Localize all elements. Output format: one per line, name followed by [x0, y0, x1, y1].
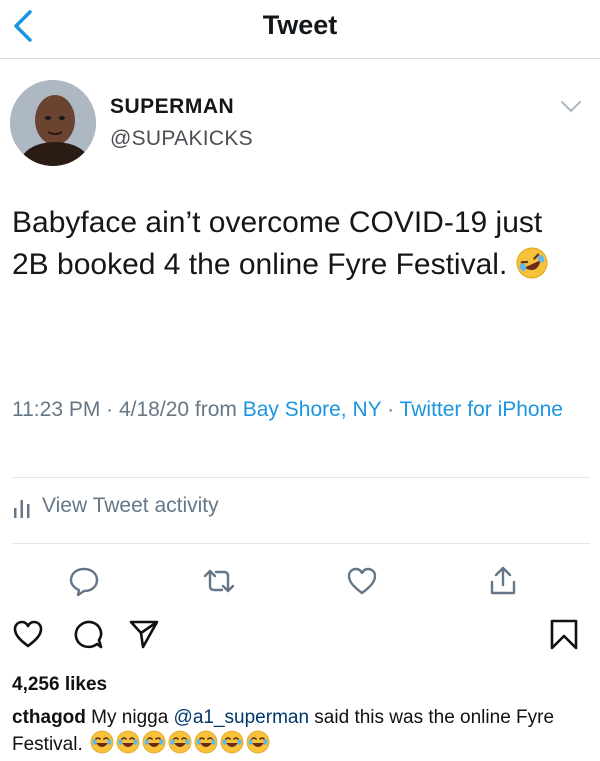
divider — [12, 543, 590, 544]
tweet-time: 11:23 PM · 4/18/20 from — [12, 398, 243, 421]
tears-of-joy-emoji-icon — [168, 730, 192, 761]
meta-separator: · — [381, 398, 400, 421]
tears-of-joy-emoji-icon — [194, 730, 218, 761]
tears-of-joy-emoji-icon — [116, 730, 140, 761]
caption: cthagod My nigga @a1_superman said this … — [12, 706, 590, 761]
avatar-face-icon — [10, 80, 96, 166]
like-heart-icon[interactable] — [346, 565, 378, 597]
tears-of-joy-emoji-icon — [142, 730, 166, 761]
instagram-comment-icon[interactable] — [72, 618, 104, 650]
tweet-text: Babyface ain’t overcome COVID-19 just 2B… — [12, 202, 587, 292]
avatar[interactable] — [10, 80, 96, 166]
comment-text-before: My nigga — [85, 707, 174, 728]
comment-mention[interactable]: @a1_superman — [174, 707, 309, 728]
view-activity-button[interactable]: View Tweet activity — [12, 494, 219, 518]
rolling-laughing-emoji-icon — [515, 246, 549, 292]
share-icon[interactable] — [487, 565, 519, 597]
tears-of-joy-emoji-icon — [90, 730, 114, 761]
tweet-body: Babyface ain’t overcome COVID-19 just 2B… — [12, 206, 543, 281]
author-handle[interactable]: @SUPAKICKS — [110, 127, 253, 151]
page-title: Tweet — [262, 10, 338, 40]
author-name[interactable]: SUPERMAN — [110, 95, 234, 119]
source-link[interactable]: Twitter for iPhone — [400, 398, 563, 421]
tears-of-joy-emoji-icon — [246, 730, 270, 761]
bar-chart-icon — [14, 500, 30, 518]
laughing-emoji-group — [88, 730, 270, 755]
tweet-meta: 11:23 PM · 4/18/20 from Bay Shore, NY · … — [12, 393, 572, 426]
retweet-icon[interactable] — [203, 565, 235, 597]
tears-of-joy-emoji-icon — [220, 730, 244, 761]
chevron-down-icon[interactable] — [560, 100, 582, 114]
likes-count[interactable]: 4,256 likes — [12, 674, 107, 696]
location-link[interactable]: Bay Shore, NY — [243, 398, 382, 421]
comment-username[interactable]: cthagod — [12, 707, 86, 728]
activity-label: View Tweet activity — [42, 494, 219, 517]
instagram-send-icon[interactable] — [128, 618, 160, 650]
divider — [12, 477, 590, 478]
bookmark-icon[interactable] — [548, 618, 580, 650]
reply-icon[interactable] — [68, 565, 100, 597]
instagram-like-heart-icon[interactable] — [12, 618, 44, 650]
